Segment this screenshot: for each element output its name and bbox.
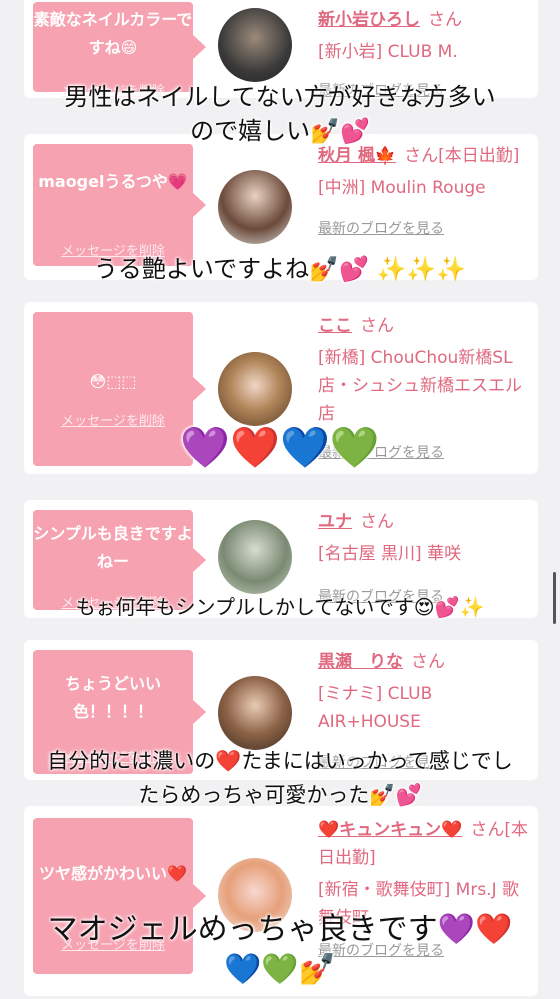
- caption-line: ので嬉しい💅💕: [190, 117, 370, 145]
- cast-status: [本日出勤]: [438, 146, 520, 166]
- caption-line: もぉ何年もシンプルしかしてないです😍💕✨: [75, 595, 485, 619]
- scrollbar[interactable]: [553, 572, 556, 624]
- caption-line: うる艶よいですよね💅💕 ✨✨✨: [93, 255, 467, 283]
- caption-line: 男性はネイルしてない方が好きな方多い: [64, 83, 496, 111]
- shop-name: [ミナミ] CLUB AIR+HOUSE: [318, 684, 433, 732]
- message-bubble: maogelうるつや💗 メッセージを削除: [33, 144, 206, 266]
- overlay-caption: うる艶よいですよね💅💕 ✨✨✨: [0, 252, 560, 286]
- latest-blog-link[interactable]: 最新のブログを見る: [318, 218, 528, 238]
- overlay-caption: マオジェルめっちゃ良きです💜❤️ 💙💚💅: [0, 910, 560, 990]
- caption-line: たらめっちゃ可愛かった💅💕: [138, 783, 422, 807]
- avatar[interactable]: [218, 676, 292, 750]
- avatar[interactable]: [218, 8, 292, 82]
- avatar[interactable]: [218, 352, 292, 426]
- cast-name-link[interactable]: ここ: [318, 316, 352, 336]
- caption-line: マオジェルめっちゃ良きです💜❤️: [47, 912, 513, 947]
- overlay-caption: 男性はネイルしてない方が好きな方多い ので嬉しい💅💕: [0, 80, 560, 148]
- shop-name: [新小岩] CLUB M.: [318, 42, 458, 62]
- caption-line: 自分的には濃いの❤️たまにはいっかって感じでし: [47, 749, 513, 773]
- overlay-caption: 💜❤️💙💚: [0, 424, 560, 472]
- overlay-caption: 自分的には濃いの❤️たまにはいっかって感じでし たらめっちゃ可愛かった💅💕: [0, 744, 560, 812]
- honorific: さん: [360, 512, 394, 532]
- message-text: ちょうどいい色！！！！: [64, 674, 161, 721]
- cast-name-link[interactable]: 秋月 楓🍁: [318, 146, 396, 166]
- avatar[interactable]: [218, 520, 292, 594]
- caption-line: 💙💚💅: [223, 952, 337, 987]
- shop-name: [中洲] Moulin Rouge: [318, 178, 486, 198]
- message-text: 素敵なネイルカラーですね😄: [33, 10, 193, 57]
- avatar[interactable]: [218, 170, 292, 244]
- honorific: さん: [428, 10, 462, 30]
- honorific: さん: [404, 146, 439, 166]
- message-text: maogelうるつや💗: [38, 172, 188, 191]
- overlay-caption: もぉ何年もシンプルしかしてないです😍💕✨: [0, 590, 560, 624]
- honorific: さん: [360, 316, 394, 336]
- shop-name: [新橋] ChouChou新橋SL店・シュシュ新橋エスエル店: [318, 348, 522, 424]
- shop-name: [名古屋 黒川] 華咲: [318, 544, 462, 564]
- cast-name-link[interactable]: ❤️キュンキュン❤️: [318, 820, 462, 840]
- cast-name-link[interactable]: 新小岩ひろし: [318, 10, 420, 30]
- cast-info: 秋月 楓🍁 さん[本日出勤] [中洲] Moulin Rouge 最新のブログを見…: [318, 142, 528, 238]
- message-bubble: 素敵なネイルカラーですね😄 メッセージを削除: [33, 2, 206, 99]
- honorific: さん: [411, 652, 445, 672]
- message-text: ツヤ感がかわいい❤️: [39, 864, 187, 883]
- message-text: 😳⬚⬚: [89, 372, 137, 391]
- message-text: シンプルも良きですよねー: [33, 524, 193, 571]
- cast-name-link[interactable]: 黒瀬 りな: [318, 652, 403, 672]
- cast-name-link[interactable]: ユナ: [318, 512, 352, 532]
- honorific: さん: [470, 820, 505, 840]
- caption-line: 💜❤️💙💚: [180, 425, 380, 471]
